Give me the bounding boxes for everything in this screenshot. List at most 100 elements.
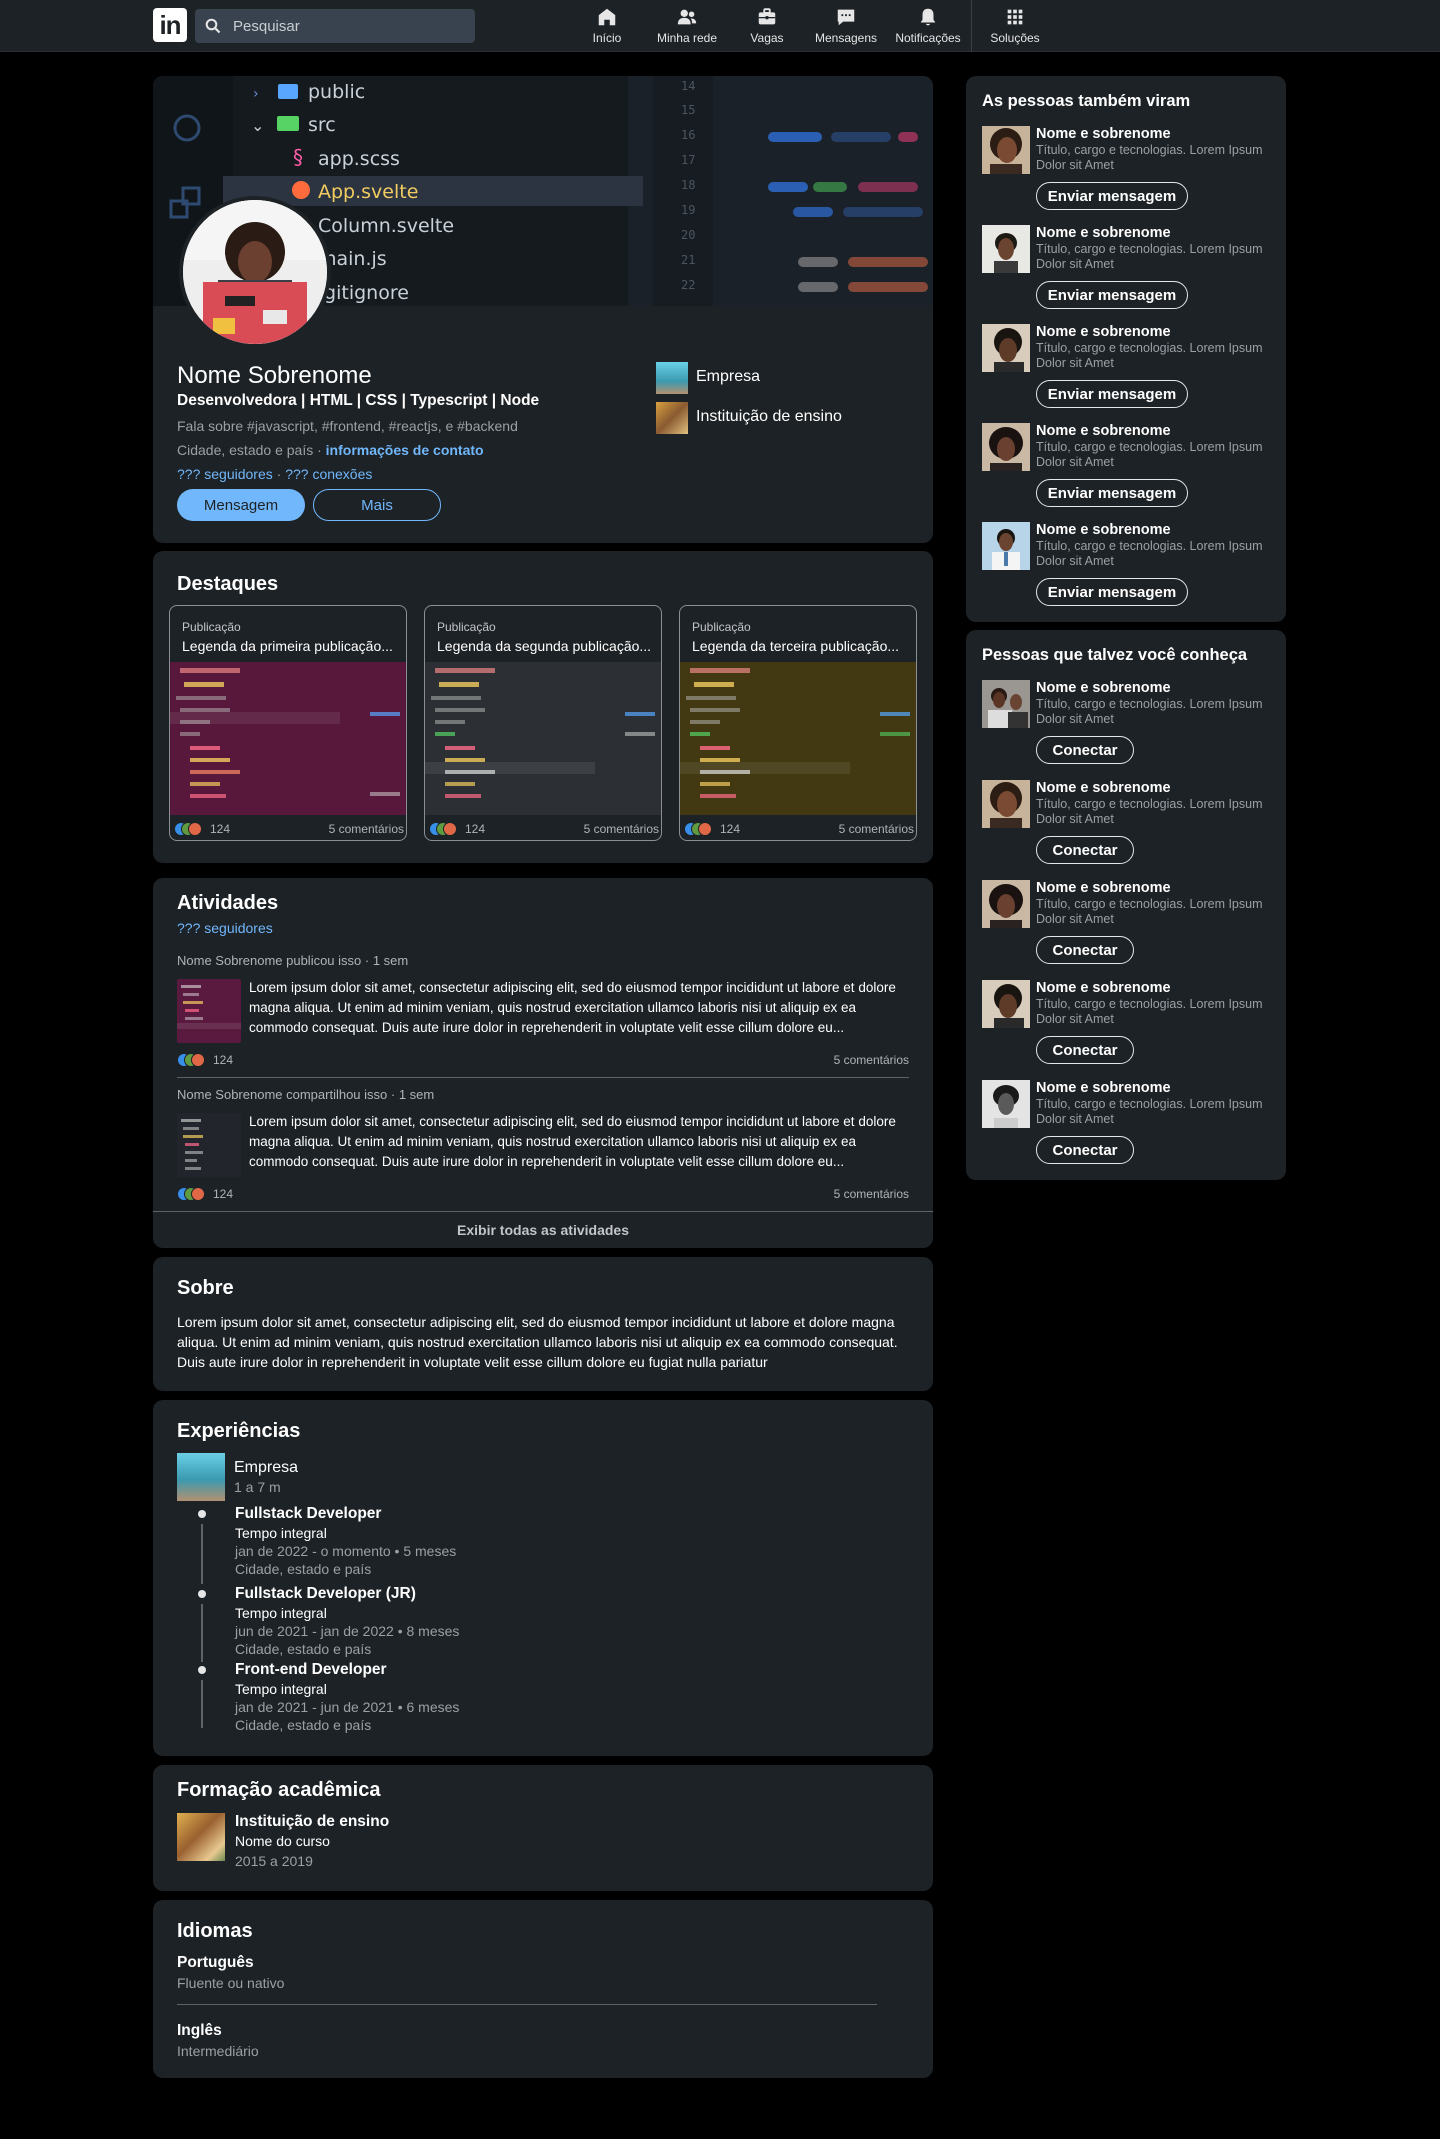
suggested-person: Nome e sobrenome Título, cargo e tecnolo… [982,780,1282,870]
person-name[interactable]: Nome e sobrenome [1036,126,1171,142]
post-text[interactable]: Lorem ipsum dolor sit amet, consectetur … [249,978,909,1038]
comment-count[interactable]: 5 comentários [834,1053,909,1067]
comment-count[interactable]: 5 comentários [584,822,659,836]
send-message-button[interactable]: Enviar mensagem [1036,281,1188,309]
nav-solutions[interactable]: Soluções [988,6,1042,48]
separator-dot: · [276,466,282,482]
connect-button[interactable]: Conectar [1036,1036,1134,1064]
post-divider [177,1077,909,1078]
featured-stats: 124 5 comentários [425,818,661,840]
timeline-line [201,1604,203,1662]
language-level: Fluente ou nativo [177,1975,285,1991]
profile-topics: Fala sobre #javascript, #frontend, #reac… [177,418,518,434]
person-name[interactable]: Nome e sobrenome [1036,880,1171,896]
person-avatar[interactable] [982,423,1030,471]
reaction-count[interactable]: 124 [213,1187,233,1201]
connect-button[interactable]: Conectar [1036,836,1134,864]
person-avatar[interactable] [982,680,1030,728]
post-thumbnail[interactable] [177,1113,241,1177]
send-message-button[interactable]: Enviar mensagem [1036,578,1188,606]
experience-company-logo[interactable] [177,1453,225,1501]
search-input[interactable] [233,9,463,43]
person-name[interactable]: Nome e sobrenome [1036,680,1171,696]
featured-caption: Legenda da primeira publicação... [182,638,393,654]
cover-tree-item: App.svelte [318,181,418,203]
reaction-icons [177,1187,209,1201]
current-company[interactable]: Empresa [696,368,760,386]
school-logo[interactable] [177,1813,225,1861]
education-school[interactable]: Instituição de ensino [235,1813,389,1831]
person-name[interactable]: Nome e sobrenome [1036,225,1171,241]
person-title: Título, cargo e tecnologias. Lorem Ipsum… [1036,440,1263,469]
person-avatar[interactable] [982,780,1030,828]
comment-count[interactable]: 5 comentários [834,1187,909,1201]
nav-messages[interactable]: Mensagens [811,6,881,48]
reaction-count[interactable]: 124 [213,1053,233,1067]
reaction-count[interactable]: 124 [720,822,740,836]
nav-notifications-label: Notificações [895,31,961,45]
send-message-button[interactable]: Enviar mensagem [1036,479,1188,507]
nav-jobs[interactable]: Vagas [744,6,790,48]
nav-network[interactable]: Minha rede [651,6,723,48]
person-name[interactable]: Nome e sobrenome [1036,522,1171,538]
person-avatar[interactable] [982,324,1030,372]
post-text[interactable]: Lorem ipsum dolor sit amet, consectetur … [249,1112,909,1172]
person-avatar[interactable] [982,880,1030,928]
connect-button[interactable]: Conectar [1036,736,1134,764]
cover-line-number: 15 [681,103,695,117]
comment-count[interactable]: 5 comentários [329,822,404,836]
comment-count[interactable]: 5 comentários [839,822,914,836]
languages-card: Idiomas Português Fluente ou nativo Ingl… [153,1900,933,2078]
message-button[interactable]: Mensagem [177,489,305,521]
post-header: Nome Sobrenome publicou isso · 1 sem [177,953,409,968]
person-name[interactable]: Nome e sobrenome [1036,324,1171,340]
timeline-line [201,1524,203,1584]
connect-button[interactable]: Conectar [1036,936,1134,964]
current-school[interactable]: Instituição de ensino [696,408,842,426]
also-viewed-title: As pessoas também viram [982,92,1191,110]
connect-button[interactable]: Conectar [1036,1136,1134,1164]
role-title[interactable]: Fullstack Developer (JR) [235,1585,416,1603]
education-title: Formação acadêmica [177,1779,381,1801]
send-message-button[interactable]: Enviar mensagem [1036,380,1188,408]
followers-link[interactable]: ??? seguidores [177,466,273,482]
messages-icon [837,9,855,26]
post-thumbnail[interactable] [177,979,241,1043]
show-all-activity-button[interactable]: Exibir todas as atividades [153,1212,933,1248]
reaction-count[interactable]: 124 [465,822,485,836]
person-avatar[interactable] [982,1080,1030,1128]
profile-avatar[interactable] [179,196,331,348]
nav-home[interactable]: Início [585,6,629,48]
suggested-person: Nome e sobrenome Título, cargo e tecnolo… [982,880,1282,970]
reaction-icons [684,822,716,836]
person-avatar[interactable] [982,980,1030,1028]
featured-item[interactable]: Publicação Legenda da segunda publicação… [424,605,662,841]
activity-followers-link[interactable]: ??? seguidores [177,920,273,936]
person-name[interactable]: Nome e sobrenome [1036,980,1171,996]
contact-info-link[interactable]: informações de contato [326,442,484,458]
person-name[interactable]: Nome e sobrenome [1036,1080,1171,1096]
connections-link[interactable]: ??? conexões [285,466,372,482]
person-name[interactable]: Nome e sobrenome [1036,780,1171,796]
svg-text:⌄: ⌄ [251,116,264,135]
person-avatar[interactable] [982,126,1030,174]
reaction-count[interactable]: 124 [210,822,230,836]
role-title[interactable]: Fullstack Developer [235,1505,381,1523]
person-name[interactable]: Nome e sobrenome [1036,423,1171,439]
role-title[interactable]: Front-end Developer [235,1661,387,1679]
experience-company[interactable]: Empresa [234,1459,298,1477]
more-button[interactable]: Mais [313,489,441,521]
role-location: Cidade, estado e país [235,1641,372,1657]
search-box[interactable] [195,9,475,43]
person-title: Título, cargo e tecnologias. Lorem Ipsum… [1036,1097,1263,1126]
person-avatar[interactable] [982,522,1030,570]
featured-item[interactable]: Publicação Legenda da primeira publicaçã… [169,605,407,841]
nav-notifications[interactable]: Notificações [891,6,965,48]
experience-total-duration: 1 a 7 m [234,1479,281,1495]
send-message-button[interactable]: Enviar mensagem [1036,182,1188,210]
linkedin-logo-icon[interactable]: in [153,8,187,42]
featured-item[interactable]: Publicação Legenda da terceira publicaçã… [679,605,917,841]
language-name: Inglês [177,2022,222,2039]
person-avatar[interactable] [982,225,1030,273]
post-header: Nome Sobrenome compartilhou isso · 1 sem [177,1087,435,1102]
